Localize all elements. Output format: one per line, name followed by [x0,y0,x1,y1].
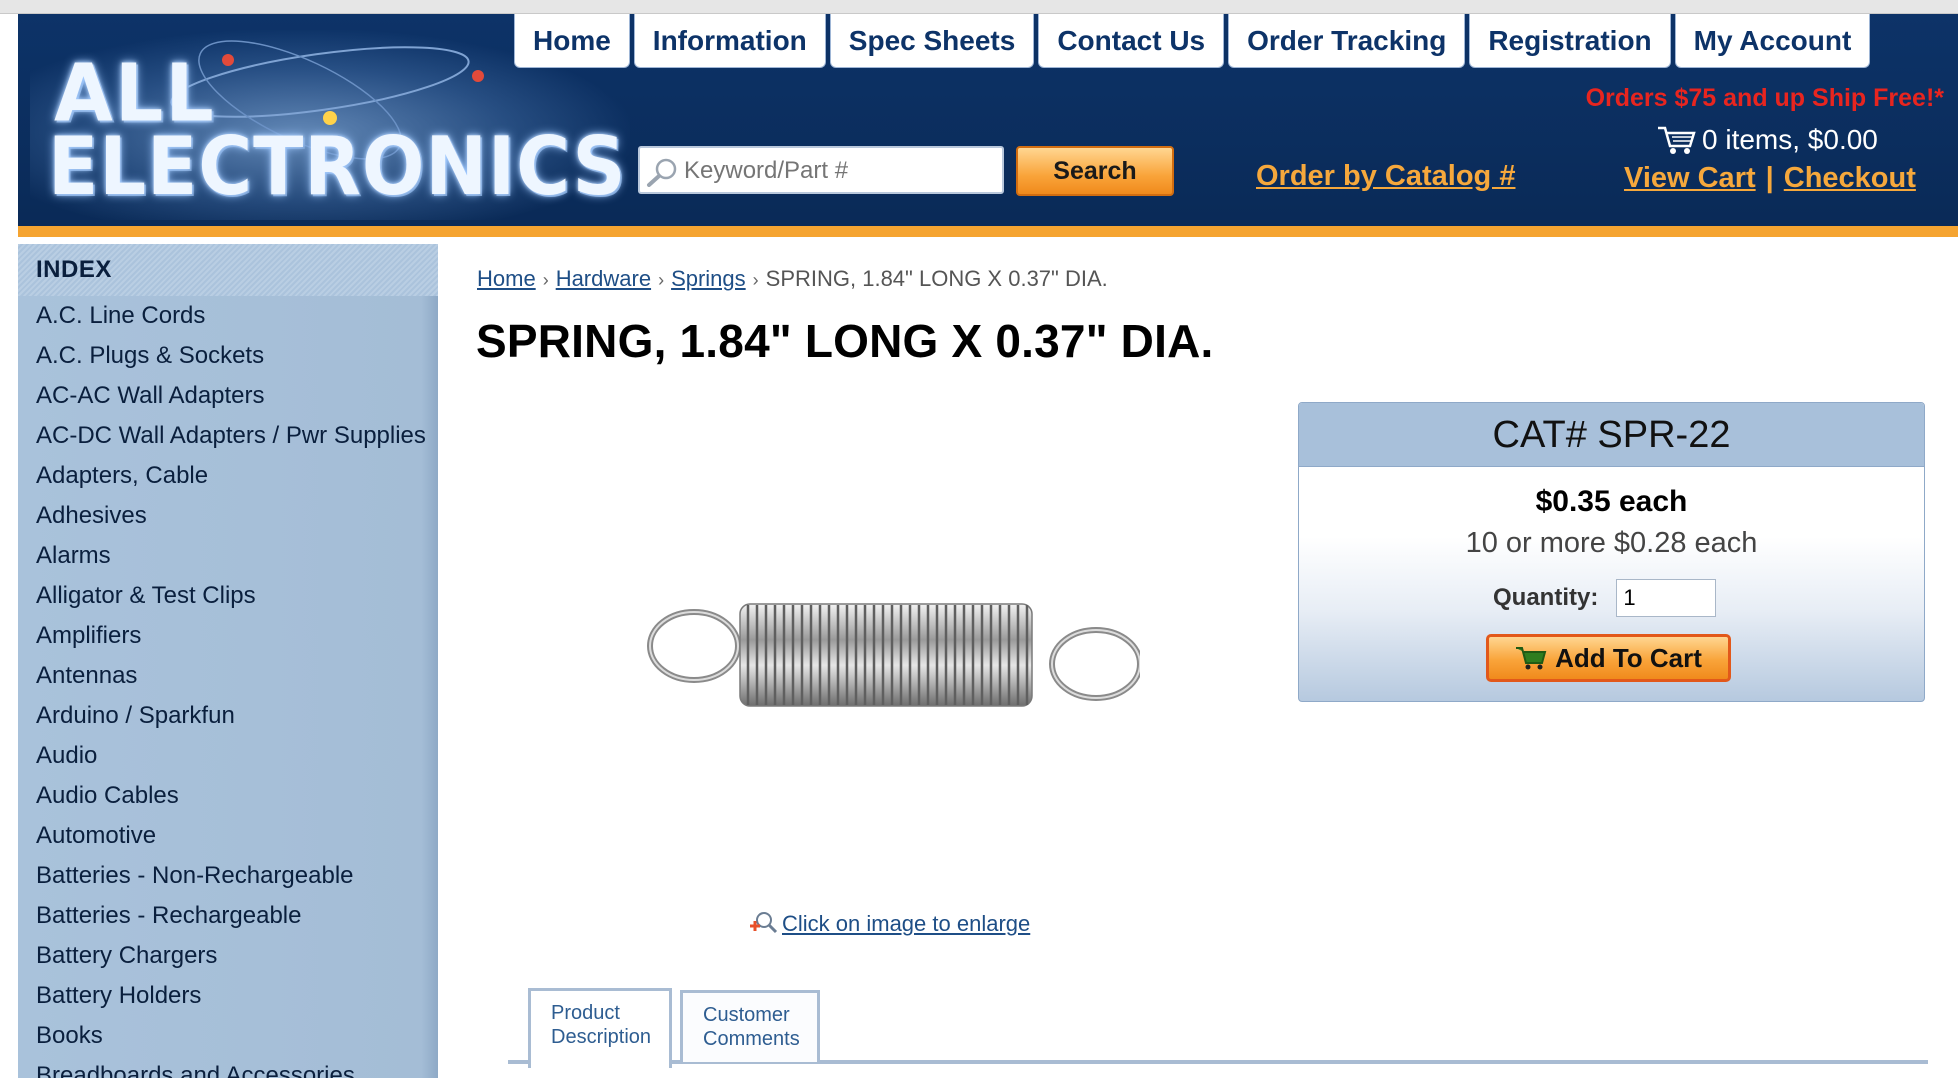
catalog-number: CAT# SPR-22 [1299,403,1924,467]
breadcrumb: Home › Hardware › Springs › SPRING, 1.84" LONG… [477,266,1108,292]
breadcrumb-home-link[interactable]: Home [477,266,536,291]
sidebar-item-adapters-cable[interactable]: Adapters, Cable [18,456,438,496]
product-image[interactable] [640,590,1140,720]
page-title: SPRING, 1.84" LONG X 0.37" DIA. [476,315,1214,367]
search-box [638,146,1004,194]
sidebar-item-automotive[interactable]: Automotive [18,816,438,856]
cart-links: View Cart | Checkout [1624,162,1916,195]
sidebar-item-audio-cables[interactable]: Audio Cables [18,776,438,816]
category-sidebar: INDEX A.C. Line Cords A.C. Plugs & Socke… [18,244,438,1078]
breadcrumb-hardware-link[interactable]: Hardware [556,266,651,291]
nav-tab-information[interactable]: Information [633,14,826,68]
unit-price: $0.35 each [1535,485,1688,518]
nav-tab-spec-sheets[interactable]: Spec Sheets [829,14,1035,68]
sidebar-item-battery-holders[interactable]: Battery Holders [18,976,438,1016]
breadcrumb-separator-icon: › [752,270,759,290]
header-divider [18,226,1958,237]
cart-add-icon [1516,647,1547,670]
enlarge-image-link[interactable]: Click on image to enlarge [746,910,1030,938]
sidebar-item-alligator-test-clips[interactable]: Alligator & Test Clips [18,576,438,616]
purchase-box: CAT# SPR-22 $0.35 each 10 or more $0.28 … [1298,402,1925,702]
sidebar-header: INDEX [18,244,438,296]
logo-text-electronics: ELECTRONICS [48,120,627,213]
main-nav: Home Information Spec Sheets Contact Us … [514,14,1871,68]
sidebar-item-ac-dc-wall-adapters[interactable]: AC-DC Wall Adapters / Pwr Supplies [18,416,438,456]
add-to-cart-label: Add To Cart [1555,642,1702,673]
sidebar-item-ac-ac-wall-adapters[interactable]: AC-AC Wall Adapters [18,376,438,416]
nav-tab-order-tracking[interactable]: Order Tracking [1228,14,1466,68]
tab-customer-comments[interactable]: Customer Comments [680,990,820,1062]
free-shipping-banner: Orders $75 and up Ship Free!* [1585,84,1944,112]
browser-top-strip [0,0,1958,14]
search-icon [647,158,677,187]
view-cart-link[interactable]: View Cart [1624,162,1756,194]
breadcrumb-springs-link[interactable]: Springs [671,266,746,291]
checkout-link[interactable]: Checkout [1784,162,1916,194]
tab-product-description-line1: Product [551,1002,620,1024]
order-by-catalog-link[interactable]: Order by Catalog # [1256,160,1515,193]
sidebar-item-alarms[interactable]: Alarms [18,536,438,576]
tab-customer-comments-line1: Customer [703,1004,790,1026]
breadcrumb-separator-icon: › [658,270,665,290]
quantity-label: Quantity: [1493,584,1599,611]
cart-summary-text: 0 items, $0.00 [1702,124,1878,155]
enlarge-link-text[interactable]: Click on image to enlarge [782,911,1030,937]
sidebar-item-books[interactable]: Books [18,1016,438,1056]
sidebar-item-battery-chargers[interactable]: Battery Chargers [18,936,438,976]
quantity-input[interactable] [1616,579,1717,617]
bulk-price: 10 or more $0.28 each [1465,527,1758,559]
shopping-cart-icon [1658,126,1696,154]
sidebar-item-ac-plugs-sockets[interactable]: A.C. Plugs & Sockets [18,336,438,376]
nav-tab-home[interactable]: Home [514,14,630,68]
search-input[interactable] [684,154,996,188]
sidebar-item-ac-line-cords[interactable]: A.C. Line Cords [18,296,438,336]
sidebar-item-breadboards-accessories[interactable]: Breadboards and Accessories [18,1056,438,1078]
tab-product-description[interactable]: Product Description [528,988,672,1068]
sidebar-item-adhesives[interactable]: Adhesives [18,496,438,536]
sidebar-item-audio[interactable]: Audio [18,736,438,776]
breadcrumb-current: SPRING, 1.84" LONG X 0.37" DIA. [765,266,1108,291]
cart-summary[interactable]: 0 items, $0.00 [1656,124,1878,156]
sidebar-item-arduino-sparkfun[interactable]: Arduino / Sparkfun [18,696,438,736]
sidebar-item-antennas[interactable]: Antennas [18,656,438,696]
quantity-row: Quantity: [1493,579,1717,617]
nav-tab-registration[interactable]: Registration [1469,14,1671,68]
sidebar-item-amplifiers[interactable]: Amplifiers [18,616,438,656]
category-list: A.C. Line Cords A.C. Plugs & Sockets AC-… [18,296,438,1078]
zoom-in-icon [750,912,778,934]
sidebar-item-batteries-rechargeable[interactable]: Batteries - Rechargeable [18,896,438,936]
cart-link-separator: | [1765,162,1774,194]
tab-customer-comments-line2: Comments [703,1028,800,1050]
breadcrumb-separator-icon: › [542,270,549,290]
nav-tab-my-account[interactable]: My Account [1674,14,1871,68]
tab-product-description-line2: Description [551,1026,652,1048]
nav-tab-contact-us[interactable]: Contact Us [1038,14,1225,68]
search-button[interactable]: Search [1016,146,1174,196]
add-to-cart-button[interactable]: Add To Cart [1486,634,1731,682]
sidebar-item-batteries-non-rechargeable[interactable]: Batteries - Non-Rechargeable [18,856,438,896]
